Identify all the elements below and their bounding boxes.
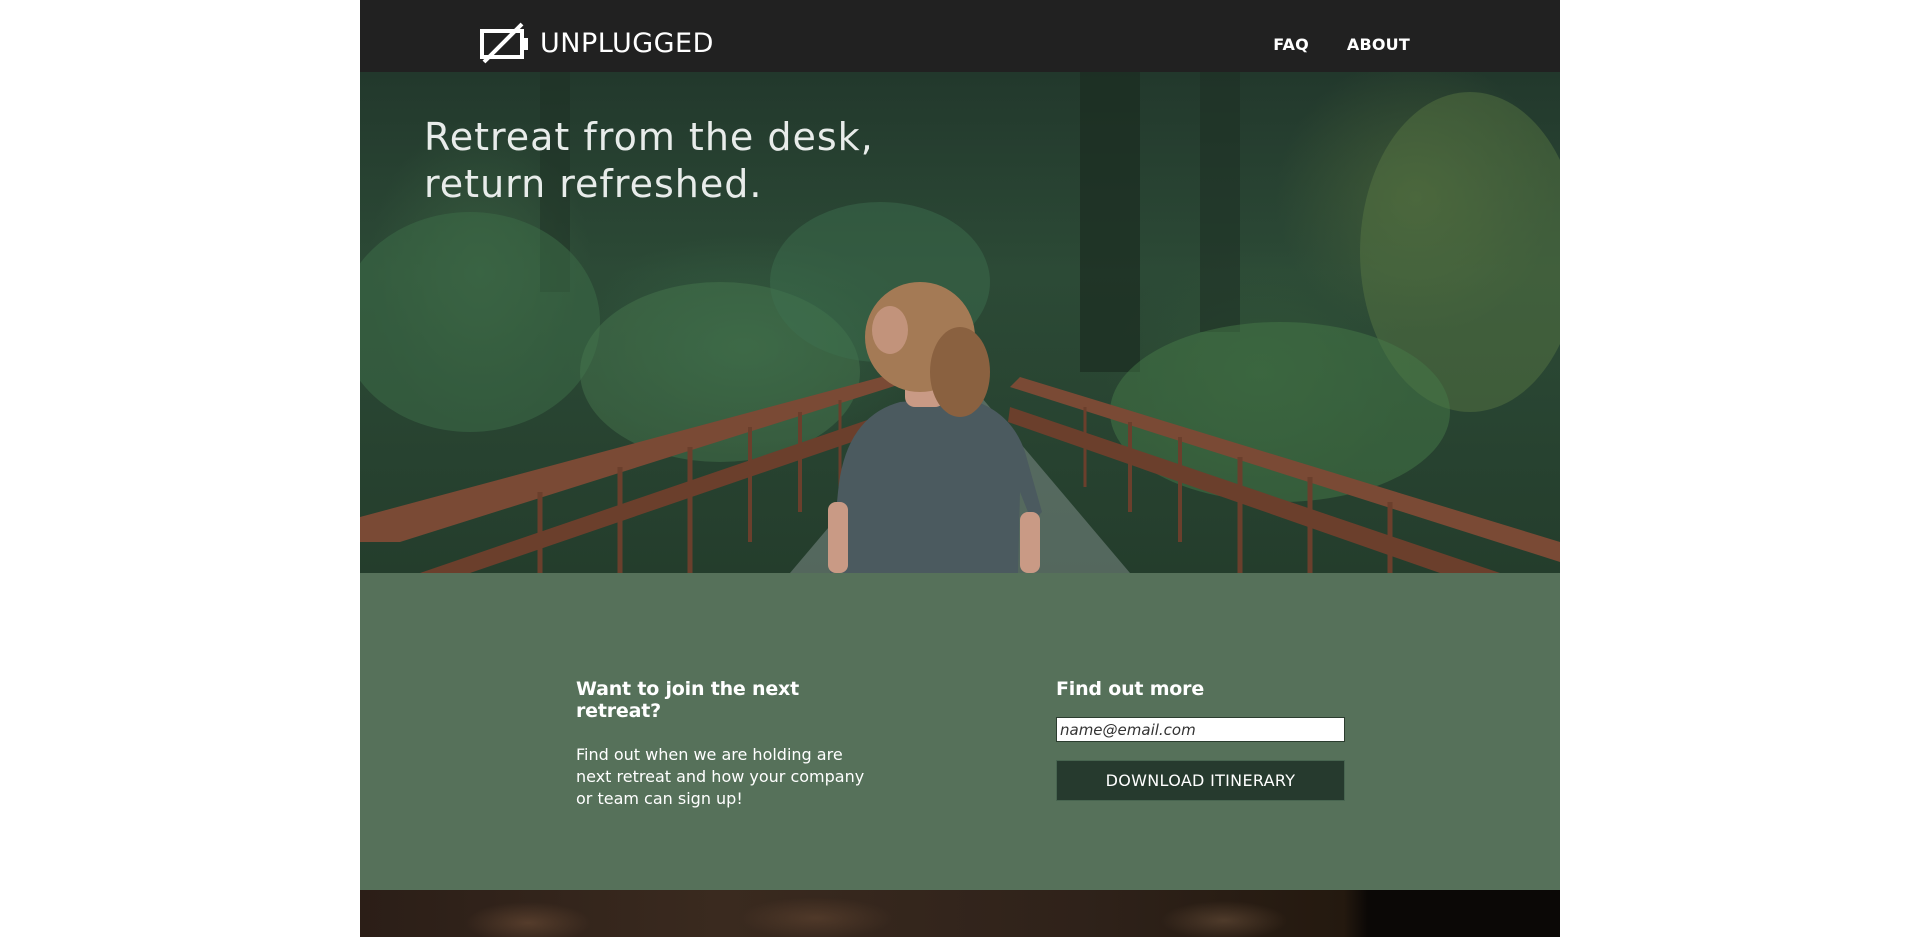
hero-title: Retreat from the desk, return refreshed. <box>424 115 874 206</box>
next-section-image <box>360 890 1560 937</box>
email-input[interactable] <box>1056 717 1345 742</box>
signup-description: Find out when we are holding are next re… <box>576 745 865 808</box>
main-nav: FAQ ABOUT <box>1273 35 1410 54</box>
download-itinerary-button[interactable]: DOWNLOAD ITINERARY <box>1056 760 1345 801</box>
signup-form: Find out more DOWNLOAD ITINERARY <box>1056 678 1346 801</box>
signup-heading: Want to join the next retreat? <box>576 678 799 722</box>
nav-faq-link[interactable]: FAQ <box>1273 35 1309 54</box>
page: UNPLUGGED FAQ ABOUT Retreat from the des… <box>360 0 1560 937</box>
nav-about-link[interactable]: ABOUT <box>1347 35 1410 54</box>
battery-off-icon <box>480 22 528 64</box>
hero-section: Retreat from the desk, return refreshed. <box>360 72 1560 573</box>
brand-name: UNPLUGGED <box>540 27 714 59</box>
find-out-more-heading: Find out more <box>1056 678 1205 700</box>
signup-info: Want to join the next retreat? Find out … <box>576 678 876 810</box>
brand-logo-link[interactable]: UNPLUGGED <box>480 22 714 64</box>
signup-section: Want to join the next retreat? Find out … <box>360 573 1560 890</box>
site-header: UNPLUGGED FAQ ABOUT <box>360 0 1560 72</box>
